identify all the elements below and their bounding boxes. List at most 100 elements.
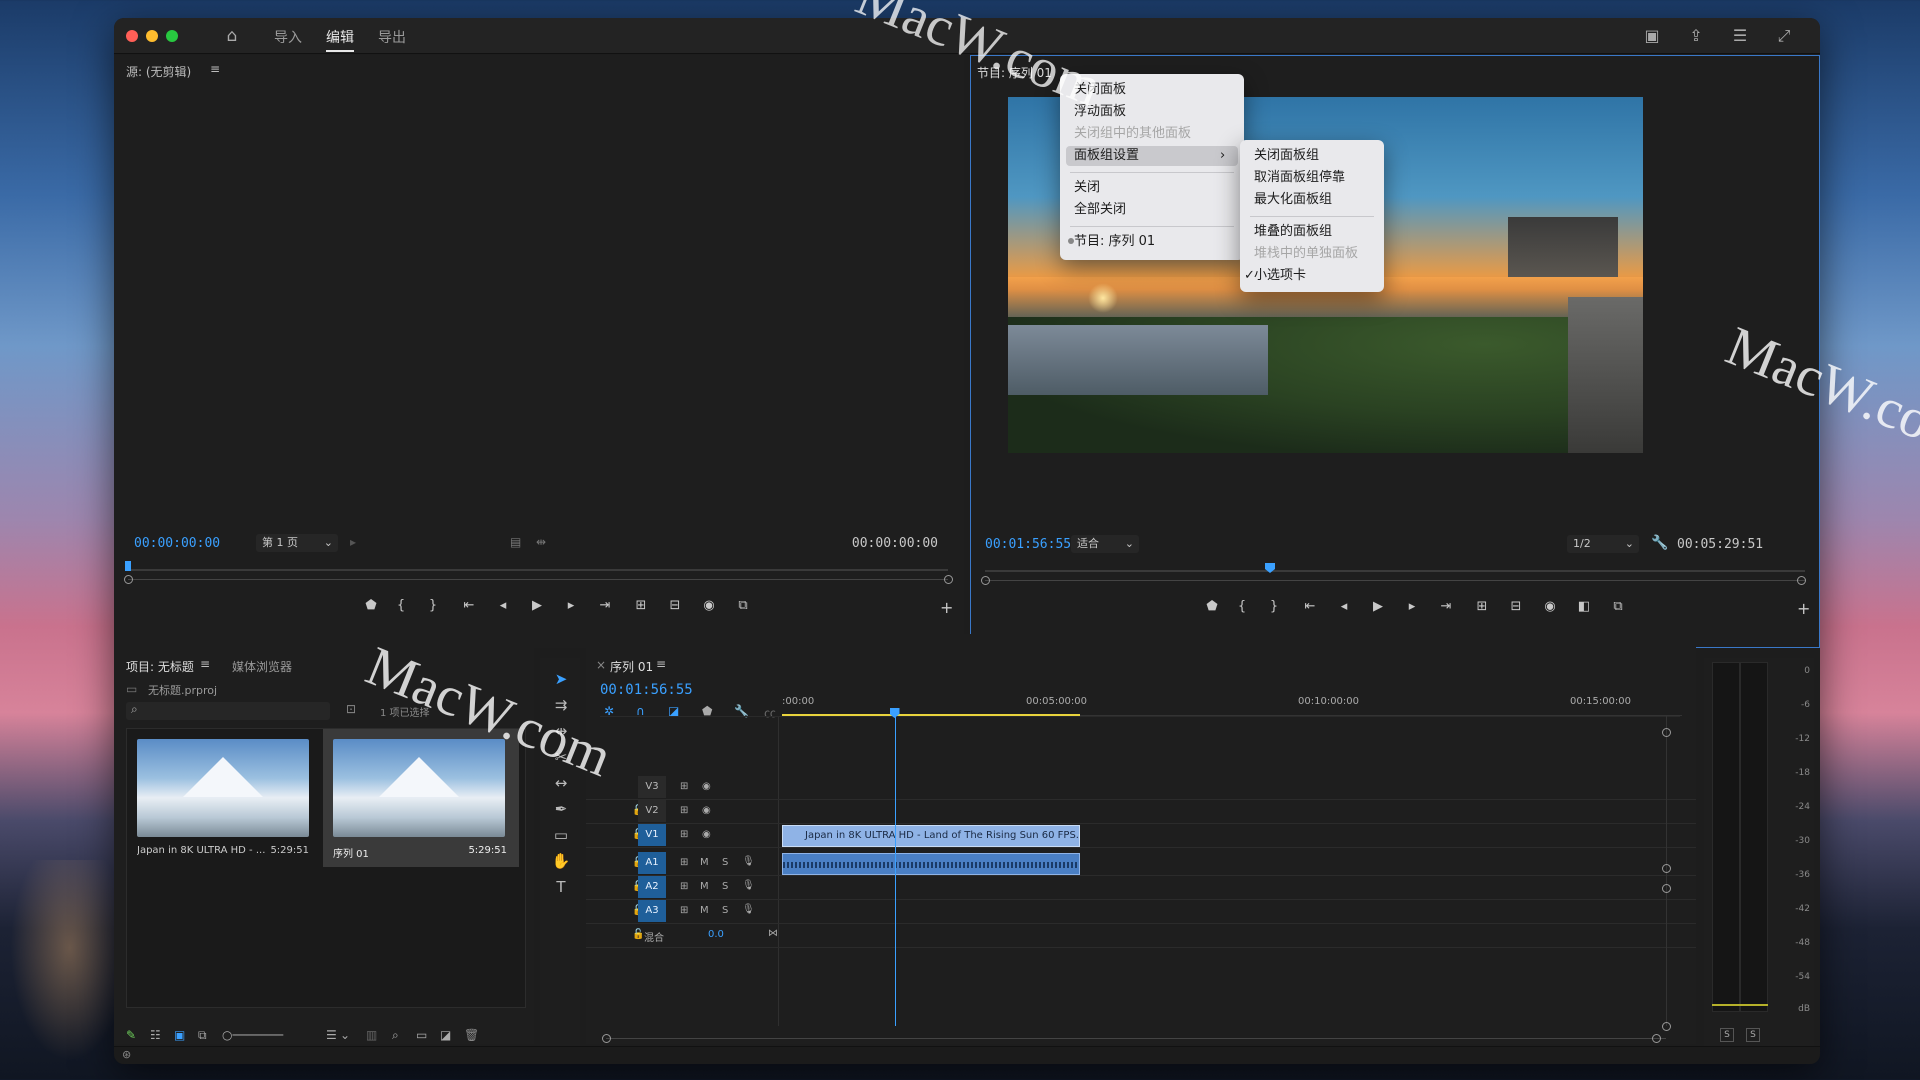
- solo-right-button[interactable]: S: [1746, 1028, 1760, 1042]
- program-timecode[interactable]: 00:01:56:55: [985, 537, 1071, 552]
- video-clip[interactable]: Japan in 8K ULTRA HD - Land of The Risin…: [782, 825, 1080, 847]
- camera-icon[interactable]: ◉: [1539, 599, 1561, 614]
- collapse-icon[interactable]: ⋈: [768, 928, 778, 939]
- marker-icon[interactable]: ⬟: [360, 598, 382, 613]
- new-item-icon[interactable]: ◪: [440, 1028, 451, 1042]
- captions-icon[interactable]: ㏄: [764, 704, 776, 721]
- source-panel-title[interactable]: 源: (无剪辑): [126, 63, 191, 80]
- add-button-icon[interactable]: +: [940, 598, 953, 617]
- search-icon[interactable]: ⌕: [392, 1028, 399, 1043]
- step-back-icon[interactable]: ◂: [492, 598, 514, 613]
- trim-icon[interactable]: ⇹: [536, 535, 546, 549]
- track-label-v1[interactable]: V1: [638, 824, 666, 846]
- close-tab-icon[interactable]: ×: [596, 658, 606, 672]
- add-button-icon[interactable]: +: [1797, 599, 1810, 618]
- microphone-icon[interactable]: 🎙: [742, 880, 755, 891]
- lock-icon[interactable]: 🔓: [632, 929, 644, 940]
- marker-icon[interactable]: ⬟: [1201, 599, 1223, 614]
- tab-edit[interactable]: 编辑: [326, 27, 354, 52]
- timeline-timecode[interactable]: 00:01:56:55: [600, 682, 693, 698]
- sort-icon[interactable]: ☰: [326, 1028, 337, 1042]
- scroll-handle[interactable]: [1662, 864, 1671, 873]
- menu-close-all[interactable]: 全部关闭: [1074, 200, 1126, 220]
- zoom-handle-left[interactable]: [981, 576, 990, 585]
- sync-lock-icon[interactable]: ⊞: [680, 881, 688, 892]
- mute-button[interactable]: M: [700, 881, 709, 892]
- step-forward-icon[interactable]: ▸: [560, 598, 582, 613]
- new-bin-icon[interactable]: ⊡: [346, 702, 356, 716]
- microphone-icon[interactable]: 🎙: [742, 904, 755, 915]
- tab-import[interactable]: 导入: [274, 27, 302, 47]
- insert-icon[interactable]: ▤: [510, 535, 521, 549]
- step-back-icon[interactable]: ◂: [1333, 599, 1355, 614]
- program-zoom-bar[interactable]: [985, 580, 1805, 581]
- project-item-sequence[interactable]: 序列 01 5:29:51: [323, 729, 519, 867]
- project-item-clip[interactable]: Japan in 8K ULTRA HD - ... 5:29:51: [133, 735, 313, 861]
- microphone-icon[interactable]: 🎙: [742, 856, 755, 867]
- scroll-handle[interactable]: [602, 1034, 611, 1043]
- icon-view-icon[interactable]: ▣: [174, 1028, 185, 1042]
- chevron-down-icon[interactable]: ⌄: [340, 1028, 350, 1042]
- panel-menu-icon[interactable]: ≡: [656, 657, 666, 671]
- go-to-out-icon[interactable]: ⇥: [1435, 599, 1457, 614]
- menu-small-tabs[interactable]: 小选项卡: [1254, 266, 1306, 286]
- solo-button[interactable]: S: [722, 857, 728, 868]
- eye-icon[interactable]: ◉: [702, 805, 711, 816]
- mix-value[interactable]: 0.0: [708, 929, 724, 940]
- sync-lock-icon[interactable]: ⊞: [680, 805, 688, 816]
- mark-out-icon[interactable]: }: [422, 598, 444, 613]
- source-time-ruler[interactable]: [128, 569, 948, 571]
- menu-close[interactable]: 关闭: [1074, 178, 1100, 198]
- scroll-handle[interactable]: [1662, 728, 1671, 737]
- workspace-icon[interactable]: ▣: [1642, 26, 1662, 46]
- hand-tool-icon[interactable]: ✋: [550, 850, 572, 872]
- solo-button[interactable]: S: [722, 905, 728, 916]
- menu-undock-panel-group[interactable]: 取消面板组停靠: [1254, 168, 1345, 188]
- program-time-ruler[interactable]: [985, 570, 1805, 572]
- step-forward-icon[interactable]: ▸: [1401, 599, 1423, 614]
- mute-button[interactable]: M: [700, 905, 709, 916]
- freeform-view-icon[interactable]: ⧉: [198, 1028, 207, 1043]
- zoom-slider[interactable]: ○───────: [222, 1028, 283, 1042]
- comparison-view-icon[interactable]: ◧: [1573, 599, 1595, 614]
- panels-menu-icon[interactable]: ☰: [1730, 26, 1750, 46]
- menu-program-sequence[interactable]: 节目: 序列 01: [1074, 232, 1155, 252]
- automate-icon[interactable]: ▥: [366, 1028, 377, 1042]
- menu-stacked-panel-group[interactable]: 堆叠的面板组: [1254, 222, 1332, 242]
- overwrite-clip-icon[interactable]: ⊟: [664, 598, 686, 613]
- tab-export[interactable]: 导出: [378, 27, 406, 47]
- zoom-window-button[interactable]: [166, 30, 178, 42]
- source-timecode[interactable]: 00:00:00:00: [134, 536, 220, 551]
- track-label-a3[interactable]: A3: [638, 900, 666, 922]
- fullscreen-icon[interactable]: ⤢: [1774, 26, 1794, 46]
- list-view-icon[interactable]: ☷: [150, 1028, 161, 1042]
- wrench-icon[interactable]: 🔧: [1651, 535, 1668, 551]
- go-to-in-icon[interactable]: ⇤: [458, 598, 480, 613]
- solo-left-button[interactable]: S: [1720, 1028, 1734, 1042]
- mark-in-icon[interactable]: {: [390, 598, 412, 613]
- audio-clip[interactable]: [782, 853, 1080, 875]
- eye-icon[interactable]: ◉: [702, 829, 711, 840]
- scroll-handle[interactable]: [1652, 1034, 1661, 1043]
- timeline-playhead[interactable]: [894, 716, 896, 1026]
- quality-select[interactable]: 1/2 ⌄: [1567, 535, 1639, 553]
- scroll-handle[interactable]: [1662, 884, 1671, 893]
- pen-tool-icon[interactable]: ✒: [550, 798, 572, 820]
- sync-lock-icon[interactable]: ⊞: [680, 857, 688, 868]
- new-bin-icon[interactable]: ▭: [416, 1028, 427, 1042]
- play-icon[interactable]: ▶: [1367, 599, 1389, 614]
- go-to-out-icon[interactable]: ⇥: [594, 598, 616, 613]
- go-to-in-icon[interactable]: ⇤: [1299, 599, 1321, 614]
- selection-tool-icon[interactable]: ➤: [550, 668, 572, 690]
- project-search-input[interactable]: [126, 702, 330, 720]
- fit-select[interactable]: 适合 ⌄: [1071, 535, 1139, 553]
- mark-out-icon[interactable]: }: [1263, 599, 1285, 614]
- track-label-v3[interactable]: V3: [638, 776, 666, 798]
- trash-icon[interactable]: 🗑: [464, 1028, 479, 1042]
- sync-lock-icon[interactable]: ⊞: [680, 781, 688, 792]
- sync-lock-icon[interactable]: ⊞: [680, 905, 688, 916]
- status-icon[interactable]: ⊛: [122, 1048, 131, 1061]
- zoom-handle-right[interactable]: [944, 575, 953, 584]
- zoom-handle-right[interactable]: [1797, 576, 1806, 585]
- tab-media-browser[interactable]: 媒体浏览器: [232, 658, 292, 675]
